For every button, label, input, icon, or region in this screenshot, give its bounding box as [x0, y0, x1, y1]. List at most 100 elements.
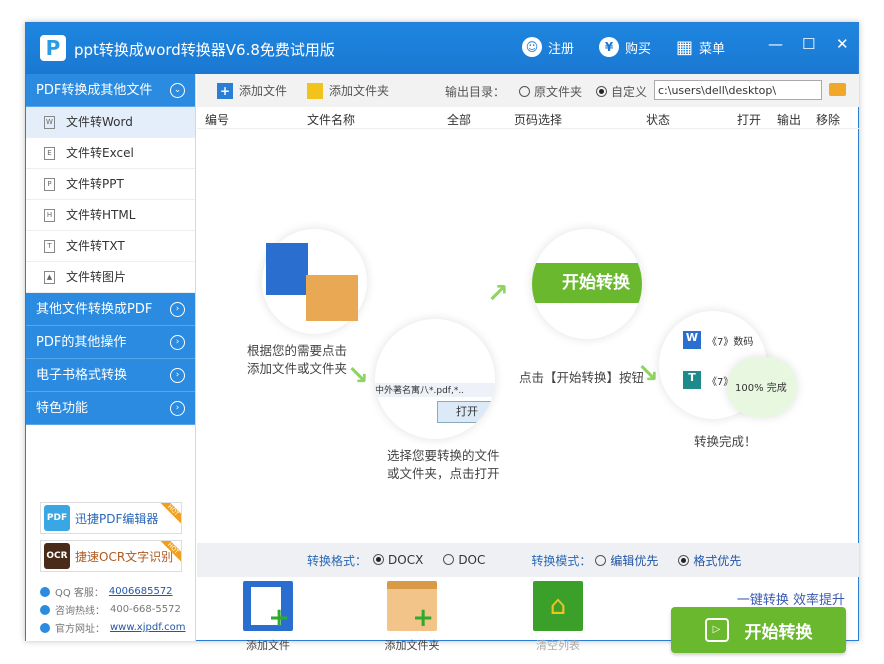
promo-ocr[interactable]: OCR 捷速OCR文字识别 HOT [40, 540, 182, 572]
progress-complete: 100% 完成 [727, 357, 797, 417]
add-folder-label: 添加文件夹 [329, 84, 390, 98]
main-panel: + 添加文件 添加文件夹 输出目录： 原文件夹 自定义 编号 文件名称 全部 页码… [197, 74, 859, 653]
radio-label: 格式优先 [693, 553, 742, 568]
sidebar-item-to-txt[interactable]: T 文件转TXT [26, 231, 195, 262]
section-ebook[interactable]: 电子书格式转换 › [26, 359, 195, 392]
ie-icon [40, 622, 50, 633]
sidebar-item-to-html[interactable]: H 文件转HTML [26, 200, 195, 231]
bottom-add-file-button[interactable]: + 添加文件 [223, 581, 313, 653]
sidebar-item-to-ppt[interactable]: P 文件转PPT [26, 169, 195, 200]
word-icon: W [683, 331, 701, 349]
radio-label: DOC [458, 553, 486, 567]
radio-custom[interactable]: 自定义 [596, 83, 647, 100]
radio-edit-first[interactable]: 编辑优先 [595, 552, 658, 569]
start-convert-label: 开始转换 [744, 622, 813, 643]
menu-button[interactable]: ▦ 菜单 [676, 37, 725, 58]
section-label: 其他文件转换成PDF [36, 302, 153, 317]
image-file-icon: ▲ [44, 271, 55, 284]
clear-list-button[interactable]: ⌂ 清空列表 [513, 581, 603, 653]
radio-icon [595, 554, 607, 566]
start-convert-button[interactable]: ▷ 开始转换 [671, 607, 846, 653]
arrow-icon: ↘ [347, 361, 369, 391]
output-path-input[interactable] [654, 80, 822, 100]
radio-label: 原文件夹 [534, 85, 583, 99]
yen-icon: ¥ [599, 37, 619, 57]
radio-format-first[interactable]: 格式优先 [678, 552, 741, 569]
sidebar-item-to-image[interactable]: ▲ 文件转图片 [26, 262, 195, 293]
hot-badge: HOT [156, 503, 181, 528]
output-dir-options: 输出目录： 原文件夹 自定义 [445, 83, 647, 100]
title-bar: P ppt转换成word转换器V6.8免费试用版 ☺ 注册 ¥ 购买 ▦ 菜单 — ☐… [26, 23, 858, 74]
sidebar: PDF转换成其他文件 ⌄ W 文件转Word E 文件转Excel P 文件转PPT H… [26, 74, 196, 641]
col-page-select: 页码选择 [514, 113, 563, 127]
hotline: 咨询热线： 400-668-5572 [40, 602, 181, 617]
sidebar-item-to-excel[interactable]: E 文件转Excel [26, 138, 195, 169]
done-item: 《7》数码 [707, 337, 754, 348]
html-file-icon: H [44, 209, 55, 222]
start-illustration: 开始转换 [532, 229, 642, 339]
format-label: 转换格式： [307, 553, 368, 568]
register-button[interactable]: ☺ 注册 [522, 37, 574, 57]
radio-doc[interactable]: DOC [443, 553, 485, 567]
section-features[interactable]: 特色功能 › [26, 392, 195, 425]
add-folder-button[interactable]: 添加文件夹 [307, 82, 389, 99]
contact-label: 官方网址： [55, 624, 105, 635]
item-label: 文件转HTML [66, 208, 136, 222]
chevron-down-icon: ⌄ [170, 83, 185, 98]
excel-file-icon: E [44, 147, 55, 160]
slogan-text: 一键转换 效率提升 [736, 593, 845, 608]
chevron-right-icon: › [170, 368, 185, 383]
col-all[interactable]: 全部 [447, 111, 471, 128]
radio-icon [519, 86, 531, 97]
maximize-button[interactable]: ☐ [802, 35, 815, 53]
browse-folder-icon[interactable] [829, 83, 846, 96]
section-other-to-pdf[interactable]: 其他文件转换成PDF › [26, 293, 195, 326]
radio-checked-icon [678, 554, 690, 566]
promo-pdf-editor[interactable]: PDF 迅捷PDF编辑器 HOT [40, 502, 182, 534]
radio-icon [443, 554, 455, 565]
dialog-open-button: 打开 [437, 401, 495, 423]
bottom-add-folder-button[interactable]: + 添加文件夹 [367, 581, 457, 653]
ocr-icon: OCR [44, 543, 70, 569]
txt-file-icon: T [44, 240, 55, 253]
item-label: 文件转PPT [66, 177, 124, 191]
radio-docx[interactable]: DOCX [373, 553, 423, 567]
usage-guide: 根据您的需要点击 添加文件或文件夹 ↘ 中外著名寓八*.pdf,*.. 打开 选… [197, 129, 859, 539]
add-folder-icon: + [387, 581, 437, 631]
section-label: 电子书格式转换 [36, 368, 128, 383]
section-pdf-to-other[interactable]: PDF转换成其他文件 ⌄ [26, 74, 195, 107]
qq-icon [40, 586, 50, 597]
options-bar: 转换格式： DOCX DOC 转换模式： 编辑优先 格式优先 [197, 543, 859, 577]
step1-text: 根据您的需要点击 添加文件或文件夹 [247, 343, 348, 376]
sidebar-item-to-word[interactable]: W 文件转Word [26, 107, 195, 138]
col-number: 编号 [205, 113, 230, 127]
app-title: ppt转换成word转换器V6.8免费试用版 [74, 41, 335, 59]
file-table-header: 编号 文件名称 全部 页码选择 状态 打开 输出 移除 [197, 107, 859, 129]
item-label: 文件转TXT [66, 239, 125, 253]
txt-icon: T [683, 371, 701, 389]
output-dir-label: 输出目录： [445, 85, 506, 99]
chevron-right-icon: › [170, 335, 185, 350]
arrow-icon: ↗ [487, 279, 509, 309]
add-file-icon: + [243, 581, 293, 631]
website-link[interactable]: www.xjpdf.com [110, 622, 186, 633]
step2-text: 选择您要转换的文件 或文件夹，点击打开 [387, 448, 500, 481]
section-pdf-other-ops[interactable]: PDF的其他操作 › [26, 326, 195, 359]
hotline-value: 400-668-5572 [110, 604, 181, 615]
col-open: 打开 [737, 113, 762, 127]
toolbar: + 添加文件 添加文件夹 输出目录： 原文件夹 自定义 [197, 74, 859, 107]
col-output: 输出 [777, 113, 802, 127]
step4-text: 转换完成！ [694, 434, 757, 449]
buy-button[interactable]: ¥ 购买 [599, 37, 651, 57]
section-label: 特色功能 [36, 401, 89, 416]
close-button[interactable]: ✕ [836, 35, 849, 53]
step3-text: 点击【开始转换】按钮 [519, 370, 645, 385]
add-file-button[interactable]: + 添加文件 [217, 82, 287, 99]
broom-icon: ⌂ [533, 581, 583, 631]
radio-original-folder[interactable]: 原文件夹 [519, 83, 582, 100]
item-label: 文件转图片 [66, 270, 127, 284]
person-icon [40, 604, 50, 615]
qq-link[interactable]: 4006685572 [109, 586, 173, 597]
mode-label: 转换模式： [531, 553, 592, 568]
minimize-button[interactable]: — [768, 35, 783, 53]
